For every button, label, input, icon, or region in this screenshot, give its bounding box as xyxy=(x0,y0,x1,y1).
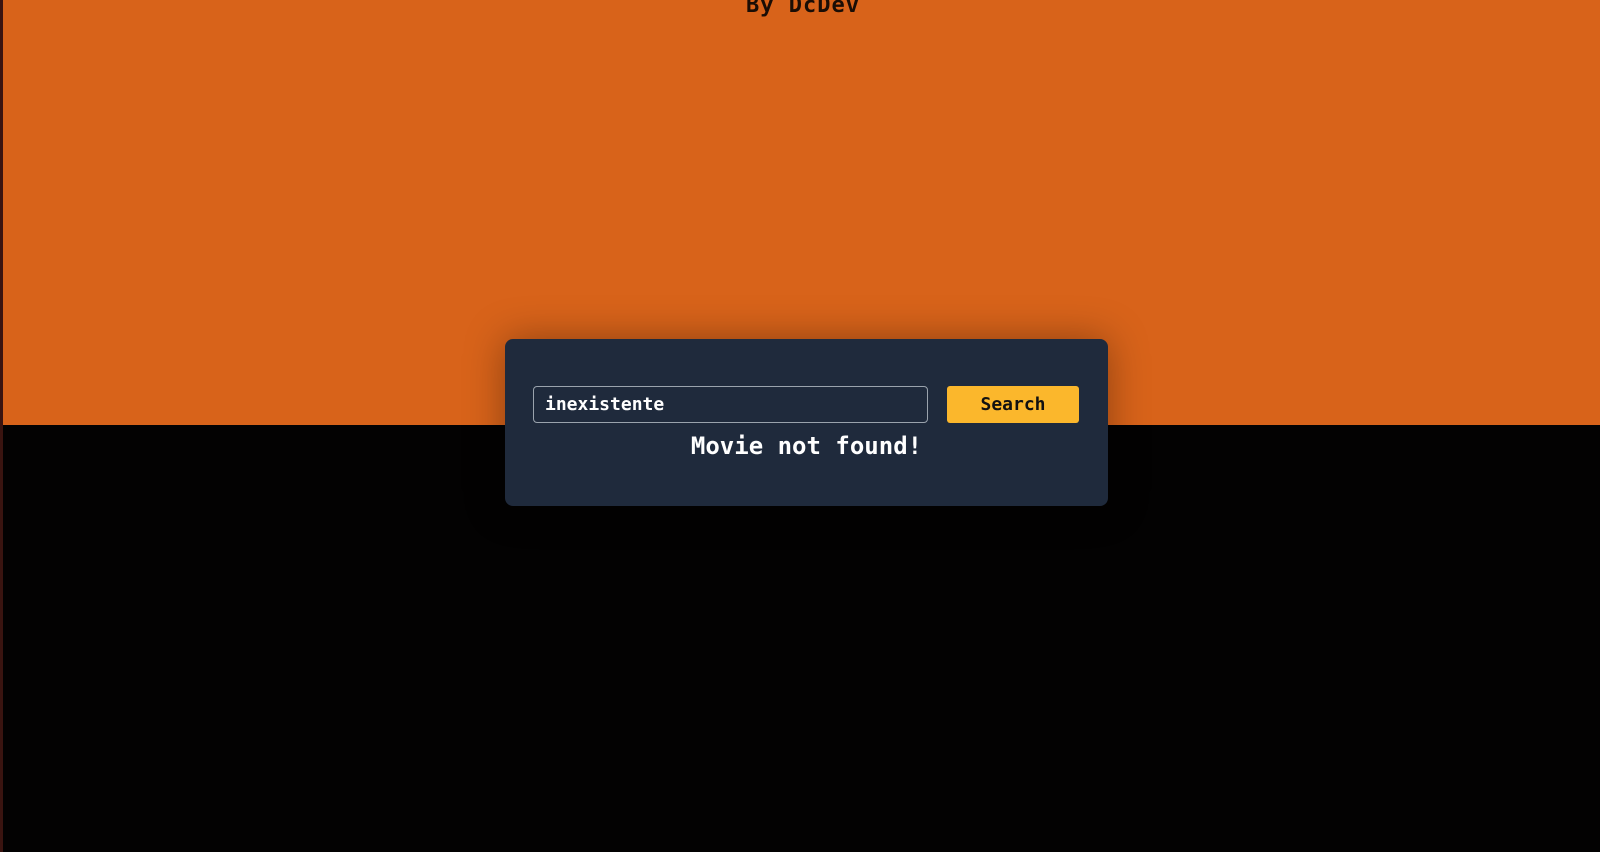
status-message: Movie not found! xyxy=(690,432,923,460)
search-button[interactable]: Search xyxy=(947,386,1079,423)
page: By DcDev Search Movie not found! xyxy=(0,0,1600,852)
search-row: Search xyxy=(533,386,1080,423)
search-card: Search Movie not found! xyxy=(505,339,1108,506)
search-input[interactable] xyxy=(533,386,928,423)
byline: By DcDev xyxy=(746,0,860,18)
